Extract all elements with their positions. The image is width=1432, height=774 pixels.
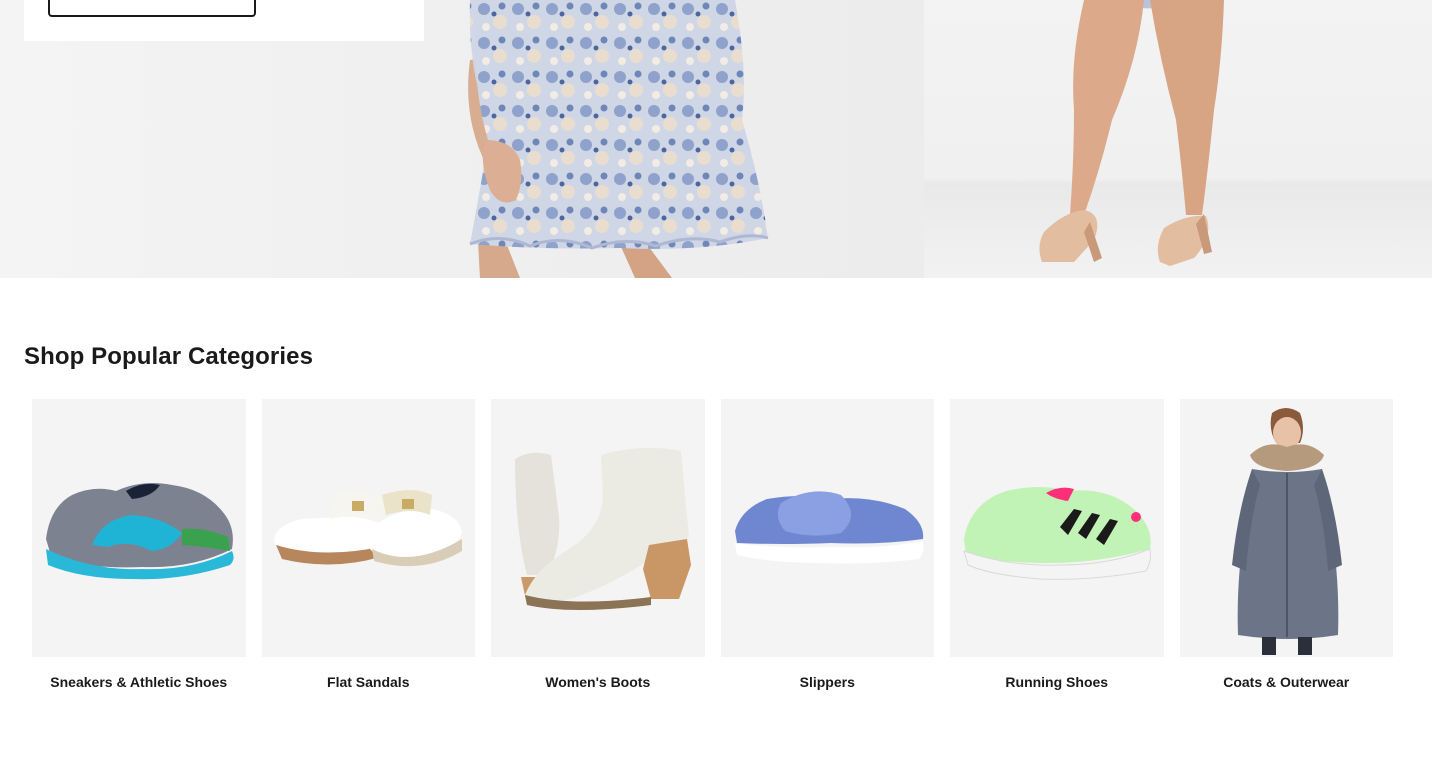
category-tile-sneakers[interactable]: Sneakers & Athletic Shoes (32, 399, 246, 690)
category-label[interactable]: Slippers (800, 674, 855, 690)
category-grid: Sneakers & Athletic Shoes Flat Sandals W… (32, 399, 1393, 690)
category-label[interactable]: Flat Sandals (327, 674, 409, 690)
category-tile-coats-outerwear[interactable]: Coats & Outerwear (1179, 399, 1393, 690)
shop-now-button[interactable] (48, 0, 256, 17)
category-label[interactable]: Women's Boots (545, 674, 650, 690)
category-tile-running-shoes[interactable]: Running Shoes (950, 399, 1164, 690)
coat-icon (1231, 408, 1342, 655)
floral-dress-illustration (468, 0, 769, 278)
category-image[interactable] (1179, 399, 1393, 657)
category-image[interactable] (950, 399, 1164, 657)
category-image[interactable] (491, 399, 705, 657)
running-shoe-icon (963, 487, 1151, 580)
sandal-icon (273, 490, 462, 567)
category-image[interactable] (32, 399, 246, 657)
category-tile-slippers[interactable]: Slippers (720, 399, 934, 690)
category-label[interactable]: Coats & Outerwear (1223, 674, 1349, 690)
boot-icon (515, 447, 691, 610)
promo-card (24, 0, 424, 41)
slipper-icon (734, 491, 923, 564)
hero-image-dress (0, 0, 924, 278)
section-title: Shop Popular Categories (24, 343, 314, 370)
category-label[interactable]: Sneakers & Athletic Shoes (50, 674, 227, 690)
category-tile-womens-boots[interactable]: Women's Boots (491, 399, 705, 690)
category-tile-flat-sandals[interactable]: Flat Sandals (261, 399, 475, 690)
hero-image-legs (924, 0, 1432, 278)
category-label[interactable]: Running Shoes (1005, 674, 1108, 690)
sneaker-icon (46, 483, 234, 580)
category-image[interactable] (720, 399, 934, 657)
category-image[interactable] (261, 399, 475, 657)
hero-banner[interactable] (0, 0, 1432, 278)
legs-heels-illustration (1039, 0, 1224, 266)
